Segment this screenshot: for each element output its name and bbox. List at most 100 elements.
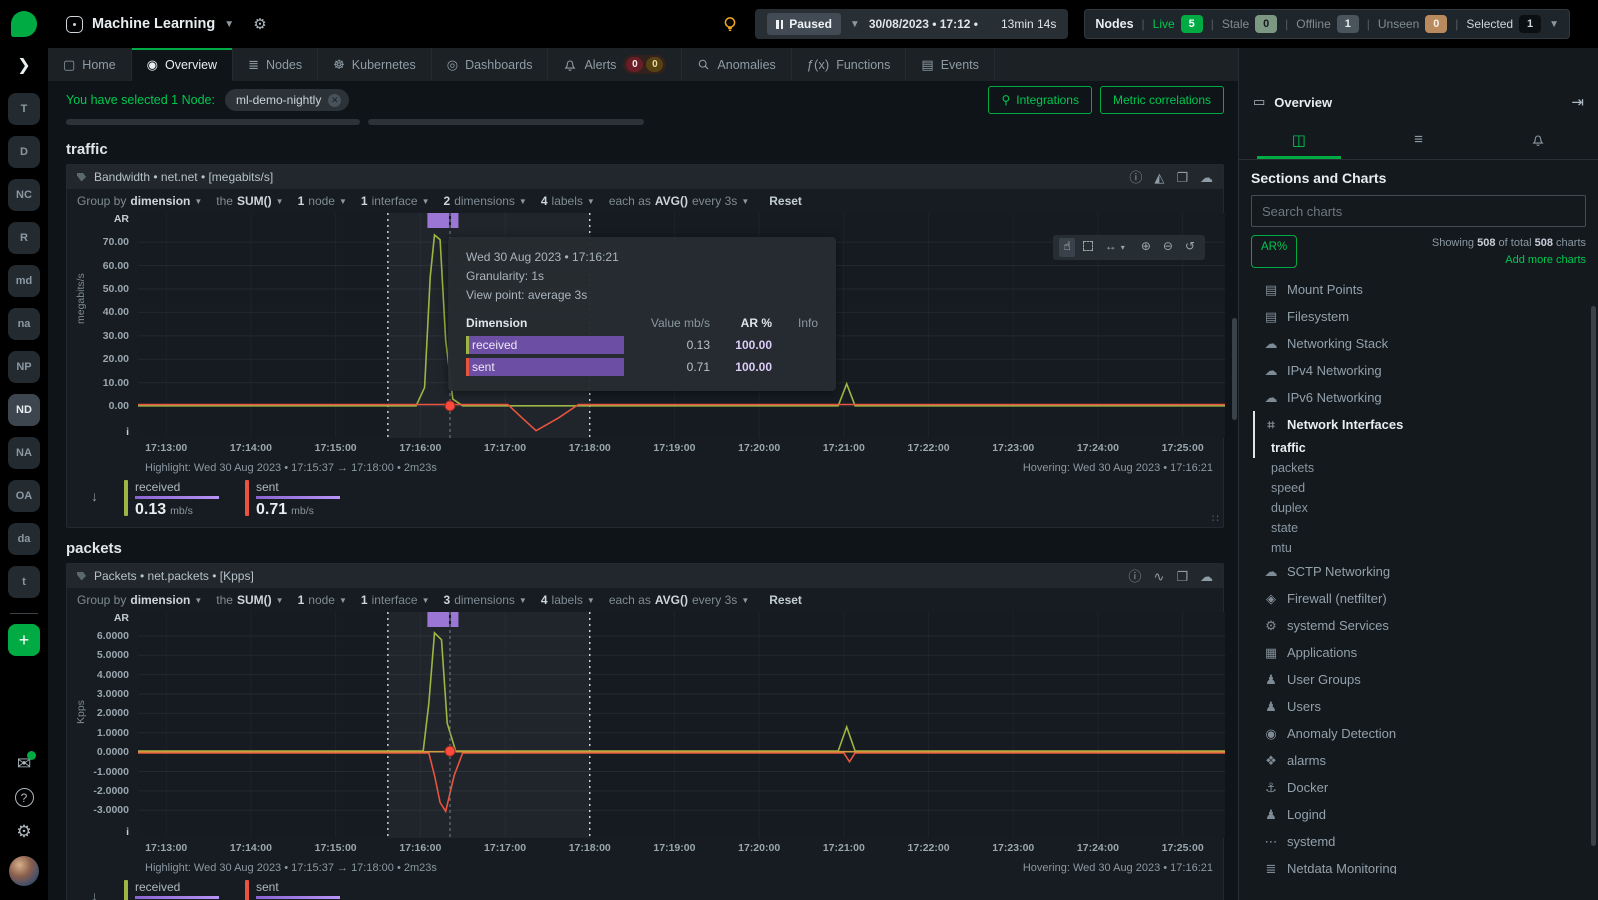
legend-item-received[interactable]: received0.13mb/s	[124, 480, 219, 519]
space-tile-da[interactable]: da	[8, 523, 40, 555]
legend-item-sent[interactable]: sent0.71mb/s	[245, 480, 340, 519]
menu-item-packets[interactable]: packets	[1251, 458, 1586, 478]
download-cloud-icon[interactable]: ☁	[1200, 570, 1213, 583]
node-status-offline[interactable]: Offline1	[1296, 15, 1358, 33]
toolbar-dropdown[interactable]: Group bydimension▼	[77, 194, 202, 208]
menu-item-filesystem[interactable]: ▤Filesystem	[1251, 303, 1586, 330]
tab-dashboards[interactable]: ◎Dashboards	[432, 48, 549, 81]
news-bulb-icon[interactable]	[721, 15, 739, 33]
node-status-unseen[interactable]: Unseen0	[1378, 15, 1447, 33]
add-space-button[interactable]: +	[8, 624, 40, 656]
menu-item-duplex[interactable]: duplex	[1251, 498, 1586, 518]
space-tile-NA[interactable]: NA	[8, 437, 40, 469]
space-tile-D[interactable]: D	[8, 136, 40, 168]
toolbar-dropdown[interactable]: 1interface▼	[361, 194, 430, 208]
sort-icon[interactable]: ↓	[91, 488, 98, 504]
user-avatar[interactable]	[9, 856, 39, 886]
tab-home[interactable]: ▢Home	[48, 48, 132, 81]
menu-item-network-interfaces[interactable]: ⌗Network Interfaces	[1251, 411, 1586, 438]
space-tile-OA[interactable]: OA	[8, 480, 40, 512]
menu-item-alarms[interactable]: ❖alarms	[1251, 747, 1586, 774]
horizontal-zoom-icon[interactable]: ↔▾	[1101, 238, 1133, 257]
legend-item-received[interactable]: received	[124, 880, 219, 900]
reset-button[interactable]: Reset	[769, 194, 802, 208]
toolbar-dropdown[interactable]: 4labels▼	[541, 593, 595, 607]
tab-functions[interactable]: ƒ(x)Functions	[792, 48, 907, 81]
tab-events[interactable]: ▤Events	[906, 48, 995, 81]
space-settings-gear-icon[interactable]: ⚙	[253, 15, 266, 33]
toolbar-dropdown[interactable]: Group bydimension▼	[77, 593, 202, 607]
menu-item-ipv6-networking[interactable]: ☁IPv6 Networking	[1251, 384, 1586, 411]
tab-anomalies[interactable]: Anomalies	[682, 48, 791, 81]
node-status-stale[interactable]: Stale0	[1222, 15, 1277, 33]
menu-item-user-groups[interactable]: ♟User Groups	[1251, 666, 1586, 693]
chevron-down-icon[interactable]: ▼	[224, 19, 234, 30]
info-icon[interactable]: ⓘ	[1128, 570, 1141, 583]
reset-zoom-icon[interactable]: ↺	[1181, 238, 1199, 257]
space-selector[interactable]: Machine Learning ▼ ⚙	[48, 15, 267, 33]
menu-item-networking-stack[interactable]: ☁Networking Stack	[1251, 330, 1586, 357]
menu-item-mtu[interactable]: mtu	[1251, 538, 1586, 558]
space-tile-T[interactable]: T	[8, 93, 40, 125]
menu-item-systemd[interactable]: ⋯systemd	[1251, 828, 1586, 855]
chart-type-icon[interactable]: ◭	[1154, 171, 1164, 184]
remove-node-icon[interactable]: ✕	[328, 94, 341, 107]
space-tile-NP[interactable]: NP	[8, 351, 40, 383]
menu-item-state[interactable]: state	[1251, 518, 1586, 538]
toolbar-dropdown[interactable]: each asAVG()every 3s▼	[609, 194, 749, 208]
main-scrollbar[interactable]	[1232, 318, 1237, 420]
chart-type-icon[interactable]: ∿	[1153, 570, 1164, 583]
toolbar-dropdown[interactable]: 2dimensions▼	[444, 194, 527, 208]
chevron-down-icon[interactable]: ▼	[1549, 19, 1559, 30]
metric-correlations-button[interactable]: Metric correlations	[1100, 86, 1224, 114]
legend-item-sent[interactable]: sent	[245, 880, 340, 900]
menu-item-applications[interactable]: ▦Applications	[1251, 639, 1586, 666]
play-pause-button[interactable]: Paused	[767, 13, 841, 35]
menu-item-mount-points[interactable]: ▤Mount Points	[1251, 276, 1586, 303]
toolbar-dropdown[interactable]: 3dimensions▼	[444, 593, 527, 607]
menu-item-anomaly-detection[interactable]: ◉Anomaly Detection	[1251, 720, 1586, 747]
tab-filters[interactable]: ≡	[1359, 120, 1479, 159]
reset-button[interactable]: Reset	[769, 593, 802, 607]
menu-item-docker[interactable]: ⚓Docker	[1251, 774, 1586, 801]
zoom-out-icon[interactable]: ⊖	[1159, 238, 1177, 257]
tab-alerts[interactable]: Alerts00	[548, 48, 682, 81]
tab-alerts[interactable]	[1478, 120, 1598, 159]
tab-overview[interactable]: ◉Overview	[132, 48, 233, 81]
space-tile-R[interactable]: R	[8, 222, 40, 254]
menu-item-logind[interactable]: ♟Logind	[1251, 801, 1586, 828]
toolbar-dropdown[interactable]: 1node▼	[298, 593, 347, 607]
ar-filter-chip[interactable]: AR%	[1251, 235, 1297, 268]
packets-plot[interactable]: AR6.00005.00004.00003.00002.00001.00000.…	[67, 612, 1223, 860]
toolbar-dropdown[interactable]: theSUM()▼	[216, 194, 283, 208]
toolbar-dropdown[interactable]: 1node▼	[298, 194, 347, 208]
toolbar-dropdown[interactable]: 1interface▼	[361, 593, 430, 607]
menu-item-systemd-services[interactable]: ⚙systemd Services	[1251, 612, 1586, 639]
tab-nodes[interactable]: ≣Nodes	[233, 48, 318, 81]
toolbar-dropdown[interactable]: 4labels▼	[541, 194, 595, 208]
toolbar-dropdown[interactable]: each asAVG()every 3s▼	[609, 593, 749, 607]
download-cloud-icon[interactable]: ☁	[1200, 171, 1213, 184]
add-more-charts-link[interactable]: Add more charts	[1505, 254, 1586, 266]
space-name[interactable]: Machine Learning	[92, 16, 215, 32]
integrations-button[interactable]: ⚲Integrations	[988, 86, 1092, 114]
plot-canvas[interactable]	[138, 612, 1225, 838]
zoom-in-icon[interactable]: ⊕	[1137, 238, 1155, 257]
sidebar-scrollbar[interactable]	[1591, 306, 1596, 846]
tab-charts[interactable]: ◫	[1239, 120, 1359, 159]
fullscreen-icon[interactable]: ❐	[1176, 171, 1188, 184]
collapse-sidebar-icon[interactable]: ⇥	[1571, 93, 1584, 111]
settings-gear-icon[interactable]: ⚙	[16, 823, 31, 840]
menu-item-netdata-monitoring[interactable]: ≣Netdata Monitoring	[1251, 855, 1586, 874]
space-tile-t[interactable]: t	[8, 566, 40, 598]
menu-item-traffic[interactable]: traffic	[1251, 438, 1586, 458]
menu-item-firewall-netfilter-[interactable]: ◈Firewall (netfilter)	[1251, 585, 1586, 612]
resize-handle[interactable]: ∷	[1212, 512, 1219, 525]
tab-kubernetes[interactable]: ☸Kubernetes	[318, 48, 432, 81]
date-picker[interactable]: 30/08/2023 • 17:12 •	[869, 17, 978, 31]
select-area-icon[interactable]	[1079, 238, 1097, 257]
expand-rail-icon[interactable]: ❯	[17, 55, 30, 75]
space-tile-na[interactable]: na	[8, 308, 40, 340]
menu-item-speed[interactable]: speed	[1251, 478, 1586, 498]
pan-icon[interactable]: ☝	[1059, 238, 1074, 257]
